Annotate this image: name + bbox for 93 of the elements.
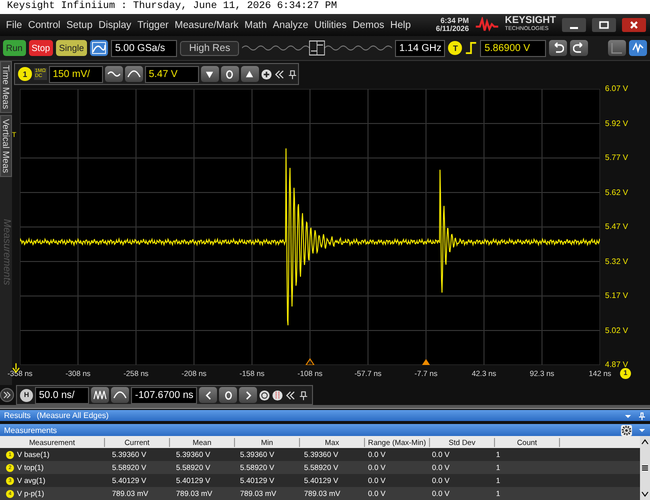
results-subtitle: (Measure All Edges)	[36, 411, 109, 420]
zero-icon	[224, 390, 233, 400]
offset-down-button[interactable]	[200, 66, 219, 82]
maximize-button[interactable]	[592, 18, 616, 32]
y-axis-label: 5.92 V	[605, 118, 630, 128]
scroll-thumb-icon[interactable]	[641, 464, 649, 472]
offset-zero-button[interactable]	[220, 66, 239, 82]
close-icon	[629, 20, 639, 30]
wave-icon	[92, 42, 106, 54]
waveform-icon	[632, 42, 644, 54]
y-axis-label: 5.77 V	[605, 153, 630, 163]
layout-button[interactable]	[608, 40, 626, 56]
zoom-icon[interactable]	[259, 390, 270, 400]
pin-icon[interactable]	[298, 390, 310, 400]
up-triangle-icon	[245, 70, 254, 78]
scroll-up-icon[interactable]	[641, 438, 649, 446]
gate-icon[interactable]	[272, 390, 284, 400]
menu-item[interactable]: Setup	[66, 20, 93, 30]
zero-icon	[225, 70, 234, 78]
close-button[interactable]	[622, 18, 646, 32]
undo-button[interactable]	[549, 40, 568, 56]
bandwidth-field[interactable]: 1.14 GHz	[395, 40, 446, 56]
trigger-point-icon	[422, 359, 430, 365]
side-tab[interactable]: Vertical Meas	[0, 115, 12, 178]
logo-name: KEYSIGHT	[504, 16, 556, 25]
position-zero-button[interactable]	[219, 387, 238, 403]
fine-wave-button[interactable]	[104, 66, 123, 82]
left-chevron-icon	[204, 390, 213, 400]
sine-wave-icon	[106, 69, 121, 79]
menu-item[interactable]: Control	[28, 20, 60, 30]
pin-icon[interactable]	[286, 68, 298, 80]
zigzag-icon	[93, 390, 107, 400]
redo-button[interactable]	[570, 40, 588, 56]
scrollbar[interactable]	[640, 436, 650, 500]
autoscale-button[interactable]	[90, 40, 108, 56]
menu-item[interactable]: Display	[98, 20, 132, 30]
collapse-icon[interactable]	[285, 390, 296, 400]
menu-item[interactable]: Demos	[352, 20, 384, 30]
y-axis-label: 4.87 V	[605, 360, 630, 370]
menu-item[interactable]: Trigger	[137, 20, 169, 30]
vertical-offset-field[interactable]: 5.47 V	[144, 66, 199, 82]
menu-item[interactable]: Utilities	[314, 20, 347, 30]
coarse-scale-button[interactable]	[111, 387, 129, 403]
menu-item[interactable]: Analyze	[272, 20, 308, 30]
time-position-field[interactable]: -107.6700 ns	[131, 386, 198, 404]
menu-item[interactable]: Math	[244, 20, 267, 30]
arc-icon	[126, 69, 141, 79]
fine-scale-button[interactable]	[91, 387, 109, 403]
maximize-icon	[599, 20, 609, 30]
memory-bar-icon	[242, 40, 392, 56]
minimize-button[interactable]	[562, 18, 586, 32]
sample-rate-field[interactable]: 5.00 GSa/s	[111, 40, 178, 56]
measurements-title: Measurements	[4, 426, 57, 434]
menu-item[interactable]: Help	[390, 20, 411, 30]
side-tab[interactable]: Time Meas	[0, 61, 12, 114]
collapse-icon[interactable]	[274, 68, 285, 80]
position-left-button[interactable]	[199, 387, 218, 403]
y-axis-label: 5.32 V	[605, 256, 630, 266]
y-axis-label: 5.17 V	[605, 291, 630, 301]
results-title: Results	[4, 411, 31, 420]
trigger-level-field[interactable]: 5.86900 V	[480, 40, 546, 56]
rising-edge-icon	[465, 42, 478, 54]
vertical-scale-field[interactable]: 150 mV/	[48, 66, 103, 82]
y-axis-label: 5.47 V	[605, 222, 630, 232]
time-scale-field[interactable]: 50.0 ns/	[35, 386, 89, 404]
offset-up-button[interactable]	[240, 66, 259, 82]
menu-item[interactable]: Measure/Mark	[174, 20, 239, 30]
run-button[interactable]: Run	[3, 40, 26, 56]
menu-item[interactable]: File	[6, 20, 22, 30]
y-axis-label: 5.02 V	[605, 326, 630, 336]
undo-icon	[552, 42, 564, 54]
position-right-button[interactable]	[239, 387, 258, 403]
stop-button[interactable]: Stop	[28, 40, 54, 56]
acquisition-mode-button[interactable]: High Res	[180, 40, 240, 56]
trigger-badge[interactable]: T	[448, 41, 462, 55]
delay-marker-icon	[305, 358, 315, 365]
arc-icon	[113, 390, 127, 400]
add-icon[interactable]	[260, 68, 272, 80]
window-title: Keysight Infiniium : Thursday, June 11, 2026 6:34:27 PM	[7, 1, 338, 12]
logo-wave-icon	[474, 17, 499, 33]
channel-badge[interactable]: 1	[18, 67, 32, 81]
settings-icon[interactable]	[621, 424, 632, 436]
single-button[interactable]: Single	[56, 40, 88, 56]
y-axis-label: 6.07 V	[605, 84, 630, 94]
coarse-wave-button[interactable]	[124, 66, 143, 82]
minimize-icon	[570, 27, 578, 29]
expand-icon[interactable]	[0, 388, 14, 402]
corner-icon	[611, 42, 623, 54]
waveform-view-button[interactable]	[629, 40, 647, 56]
down-triangle-icon	[205, 70, 214, 78]
right-chevron-icon	[244, 390, 253, 400]
y-axis-label: 5.62 V	[605, 188, 630, 198]
scroll-down-icon[interactable]	[641, 490, 649, 498]
